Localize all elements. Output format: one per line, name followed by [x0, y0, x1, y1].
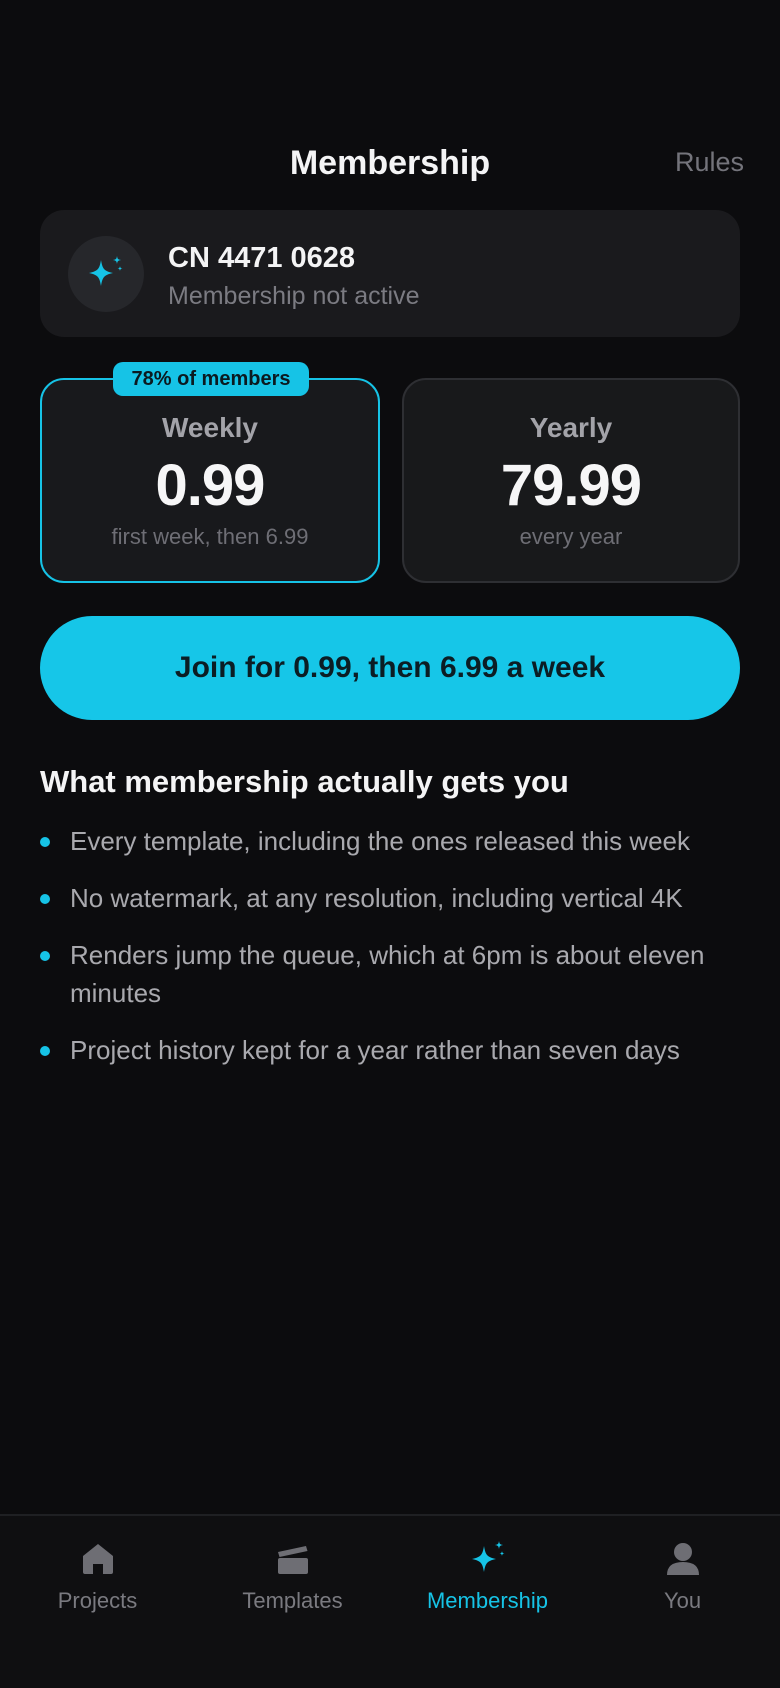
tab-membership[interactable]: Membership — [390, 1538, 585, 1614]
tab-label: Templates — [242, 1588, 343, 1613]
benefit-item: Every template, including the ones relea… — [40, 822, 740, 860]
header: Membership Rules — [0, 140, 780, 190]
rules-link[interactable]: Rules — [675, 147, 744, 178]
plan-price: 0.99 — [155, 453, 266, 518]
benefits-heading: What membership actually gets you — [40, 764, 569, 799]
plan-note: every year — [519, 524, 623, 549]
account-card: CN 4471 0628 Membership not active — [40, 210, 740, 337]
sparkle-icon — [471, 1541, 504, 1572]
benefit-text: No watermark, at any resolution, includi… — [70, 883, 683, 913]
page-title: Membership — [289, 144, 491, 182]
tab-templates[interactable]: Templates — [195, 1538, 390, 1614]
plan-name: Weekly — [162, 412, 258, 443]
bullet-icon — [40, 1046, 50, 1056]
plan-weekly[interactable]: 78% of members Weekly 0.99 first week, t… — [40, 362, 380, 583]
plan-note: first week, then 6.99 — [111, 524, 309, 549]
popular-badge: 78% of members — [113, 362, 309, 396]
join-button[interactable]: Join for 0.99, then 6.99 a week — [40, 616, 740, 720]
plan-name: Yearly — [529, 412, 613, 443]
benefit-item: Renders jump the queue, which at 6pm is … — [40, 936, 740, 1012]
bullet-icon — [40, 894, 50, 904]
plan-yearly[interactable]: Yearly 79.99 every year — [402, 378, 740, 583]
account-avatar — [68, 236, 144, 312]
benefit-text: Project history kept for a year rather t… — [70, 1035, 680, 1065]
home-icon — [82, 1544, 113, 1574]
benefits-list: Every template, including the ones relea… — [40, 822, 740, 1088]
user-icon — [666, 1543, 699, 1575]
plan-price: 79.99 — [500, 453, 642, 518]
tab-projects[interactable]: Projects — [0, 1538, 195, 1614]
tab-label: Projects — [57, 1588, 138, 1613]
tab-label: You — [663, 1588, 702, 1613]
account-id: CN 4471 0628 — [168, 242, 356, 274]
bottom-tab-bar: Projects Templates Membership You — [0, 1514, 780, 1688]
benefit-item: No watermark, at any resolution, includi… — [40, 879, 740, 917]
bullet-icon — [40, 837, 50, 847]
membership-status: Membership not active — [168, 282, 420, 310]
benefit-item: Project history kept for a year rather t… — [40, 1031, 740, 1069]
clapperboard-icon — [277, 1546, 308, 1574]
benefit-text: Renders jump the queue, which at 6pm is … — [70, 940, 705, 1008]
membership-screen: Membership Rules CN 4471 0628 Membership… — [0, 0, 780, 1688]
tab-label: Membership — [426, 1588, 549, 1613]
sparkle-icon — [89, 256, 123, 286]
bullet-icon — [40, 951, 50, 961]
tab-you[interactable]: You — [585, 1538, 780, 1614]
benefit-text: Every template, including the ones relea… — [70, 826, 691, 856]
